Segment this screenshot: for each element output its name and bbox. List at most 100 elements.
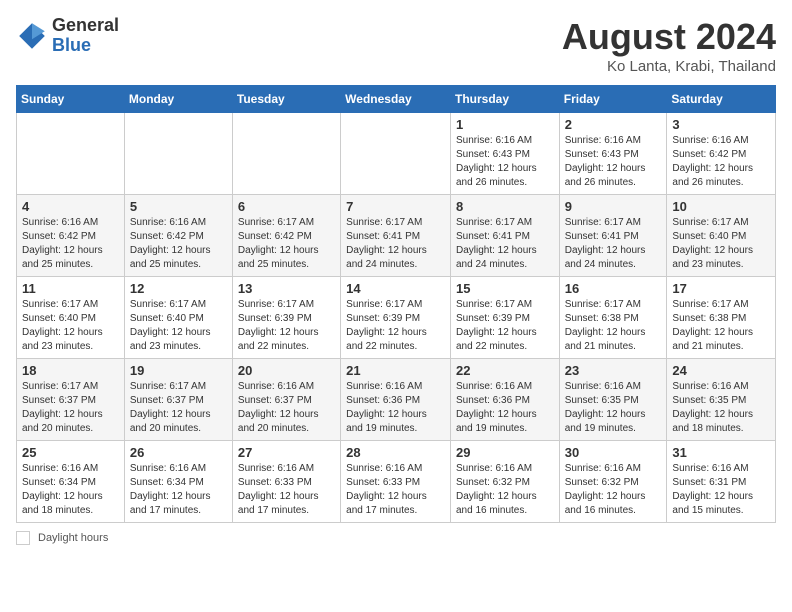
day-info: Sunrise: 6:16 AM Sunset: 6:42 PM Dayligh… <box>130 216 227 272</box>
calendar-cell <box>341 113 451 195</box>
calendar-cell: 14Sunrise: 6:17 AM Sunset: 6:39 PM Dayli… <box>341 277 451 359</box>
day-info: Sunrise: 6:16 AM Sunset: 6:32 PM Dayligh… <box>565 462 662 518</box>
day-number: 21 <box>346 363 445 378</box>
calendar-cell <box>17 113 125 195</box>
day-info: Sunrise: 6:17 AM Sunset: 6:39 PM Dayligh… <box>238 298 335 354</box>
calendar-cell: 19Sunrise: 6:17 AM Sunset: 6:37 PM Dayli… <box>124 359 232 441</box>
calendar-subtitle: Ko Lanta, Krabi, Thailand <box>562 58 776 75</box>
day-info: Sunrise: 6:17 AM Sunset: 6:40 PM Dayligh… <box>672 216 770 272</box>
day-number: 28 <box>346 445 445 460</box>
day-info: Sunrise: 6:16 AM Sunset: 6:36 PM Dayligh… <box>346 380 445 436</box>
day-number: 17 <box>672 281 770 296</box>
calendar-cell: 1 Sunrise: 6:16 AM Sunset: 6:43 PM Daylig… <box>450 113 559 195</box>
day-info: Sunrise: 6:16 AM Sunset: 6:36 PM Dayligh… <box>456 380 554 436</box>
day-number: 26 <box>130 445 227 460</box>
week-row-1: 4 Sunrise: 6:16 AM Sunset: 6:42 PM Daylig… <box>17 195 776 277</box>
day-number: 13 <box>238 281 335 296</box>
day-number: 25 <box>22 445 119 460</box>
day-number: 18 <box>22 363 119 378</box>
day-number: 24 <box>672 363 770 378</box>
calendar-cell: 5 Sunrise: 6:16 AM Sunset: 6:42 PM Daylig… <box>124 195 232 277</box>
legend-box <box>16 531 30 545</box>
day-info: Sunrise: 6:16 AM Sunset: 6:35 PM Dayligh… <box>672 380 770 436</box>
day-header-wednesday: Wednesday <box>341 86 451 113</box>
calendar-cell: 31 Sunrise: 6:16 AM Sunset: 6:31 PM Dayli… <box>667 441 776 523</box>
calendar-cell: 15 Sunrise: 6:17 AM Sunset: 6:39 PM Dayli… <box>450 277 559 359</box>
day-number: 2 <box>565 117 662 132</box>
calendar-cell: 20 Sunrise: 6:16 AM Sunset: 6:37 PM Dayli… <box>232 359 340 441</box>
calendar-cell: 17Sunrise: 6:17 AM Sunset: 6:38 PM Dayli… <box>667 277 776 359</box>
day-info: Sunrise: 6:16 AM Sunset: 6:31 PM Dayligh… <box>672 462 770 518</box>
calendar-cell: 24 Sunrise: 6:16 AM Sunset: 6:35 PM Dayli… <box>667 359 776 441</box>
calendar-cell: 2 Sunrise: 6:16 AM Sunset: 6:43 PM Daylig… <box>559 113 667 195</box>
calendar-cell: 30 Sunrise: 6:16 AM Sunset: 6:32 PM Dayli… <box>559 441 667 523</box>
day-header-sunday: Sunday <box>17 86 125 113</box>
day-info: Sunrise: 6:16 AM Sunset: 6:43 PM Dayligh… <box>565 134 662 190</box>
calendar-cell: 23Sunrise: 6:16 AM Sunset: 6:35 PM Dayli… <box>559 359 667 441</box>
day-header-tuesday: Tuesday <box>232 86 340 113</box>
logo-icon <box>16 20 48 52</box>
calendar-cell: 28 Sunrise: 6:16 AM Sunset: 6:33 PM Dayli… <box>341 441 451 523</box>
calendar-cell: 7 Sunrise: 6:17 AM Sunset: 6:41 PM Daylig… <box>341 195 451 277</box>
calendar-cell: 18 Sunrise: 6:17 AM Sunset: 6:37 PM Dayli… <box>17 359 125 441</box>
day-info: Sunrise: 6:16 AM Sunset: 6:42 PM Dayligh… <box>22 216 119 272</box>
day-header-monday: Monday <box>124 86 232 113</box>
calendar-cell: 8Sunrise: 6:17 AM Sunset: 6:41 PM Daylig… <box>450 195 559 277</box>
day-info: Sunrise: 6:17 AM Sunset: 6:39 PM Dayligh… <box>456 298 554 354</box>
day-info: Sunrise: 6:16 AM Sunset: 6:33 PM Dayligh… <box>346 462 445 518</box>
day-number: 3 <box>672 117 770 132</box>
day-number: 20 <box>238 363 335 378</box>
day-number: 10 <box>672 199 770 214</box>
day-number: 5 <box>130 199 227 214</box>
day-info: Sunrise: 6:16 AM Sunset: 6:33 PM Dayligh… <box>238 462 335 518</box>
day-number: 6 <box>238 199 335 214</box>
calendar-title: August 2024 <box>562 16 776 58</box>
day-info: Sunrise: 6:16 AM Sunset: 6:32 PM Dayligh… <box>456 462 554 518</box>
calendar-cell: 21 Sunrise: 6:16 AM Sunset: 6:36 PM Dayli… <box>341 359 451 441</box>
calendar-cell: 27 Sunrise: 6:16 AM Sunset: 6:33 PM Dayli… <box>232 441 340 523</box>
day-info: Sunrise: 6:17 AM Sunset: 6:40 PM Dayligh… <box>22 298 119 354</box>
day-number: 4 <box>22 199 119 214</box>
day-number: 11 <box>22 281 119 296</box>
day-number: 1 <box>456 117 554 132</box>
day-info: Sunrise: 6:17 AM Sunset: 6:39 PM Dayligh… <box>346 298 445 354</box>
header-row: SundayMondayTuesdayWednesdayThursdayFrid… <box>17 86 776 113</box>
day-info: Sunrise: 6:17 AM Sunset: 6:37 PM Dayligh… <box>130 380 227 436</box>
week-row-3: 18 Sunrise: 6:17 AM Sunset: 6:37 PM Dayli… <box>17 359 776 441</box>
day-info: Sunrise: 6:17 AM Sunset: 6:41 PM Dayligh… <box>565 216 662 272</box>
day-header-thursday: Thursday <box>450 86 559 113</box>
day-info: Sunrise: 6:17 AM Sunset: 6:37 PM Dayligh… <box>22 380 119 436</box>
day-info: Sunrise: 6:17 AM Sunset: 6:42 PM Dayligh… <box>238 216 335 272</box>
calendar-cell: 9Sunrise: 6:17 AM Sunset: 6:41 PM Daylig… <box>559 195 667 277</box>
calendar-cell: 29 Sunrise: 6:16 AM Sunset: 6:32 PM Dayli… <box>450 441 559 523</box>
day-number: 27 <box>238 445 335 460</box>
day-info: Sunrise: 6:16 AM Sunset: 6:34 PM Dayligh… <box>22 462 119 518</box>
day-number: 23 <box>565 363 662 378</box>
logo-blue-text: Blue <box>52 35 91 55</box>
day-info: Sunrise: 6:17 AM Sunset: 6:38 PM Dayligh… <box>565 298 662 354</box>
day-info: Sunrise: 6:16 AM Sunset: 6:37 PM Dayligh… <box>238 380 335 436</box>
day-number: 31 <box>672 445 770 460</box>
day-number: 30 <box>565 445 662 460</box>
day-number: 15 <box>456 281 554 296</box>
day-info: Sunrise: 6:16 AM Sunset: 6:43 PM Dayligh… <box>456 134 554 190</box>
day-number: 8 <box>456 199 554 214</box>
day-number: 7 <box>346 199 445 214</box>
week-row-0: 1 Sunrise: 6:16 AM Sunset: 6:43 PM Daylig… <box>17 113 776 195</box>
calendar-cell: 22 Sunrise: 6:16 AM Sunset: 6:36 PM Dayli… <box>450 359 559 441</box>
day-number: 29 <box>456 445 554 460</box>
page-header: General Blue August 2024 Ko Lanta, Krabi… <box>16 16 776 75</box>
calendar-cell: 13 Sunrise: 6:17 AM Sunset: 6:39 PM Dayli… <box>232 277 340 359</box>
day-info: Sunrise: 6:16 AM Sunset: 6:34 PM Dayligh… <box>130 462 227 518</box>
week-row-2: 11 Sunrise: 6:17 AM Sunset: 6:40 PM Dayli… <box>17 277 776 359</box>
calendar-cell <box>124 113 232 195</box>
day-header-saturday: Saturday <box>667 86 776 113</box>
calendar-table: SundayMondayTuesdayWednesdayThursdayFrid… <box>16 85 776 523</box>
day-info: Sunrise: 6:17 AM Sunset: 6:40 PM Dayligh… <box>130 298 227 354</box>
calendar-cell: 3Sunrise: 6:16 AM Sunset: 6:42 PM Daylig… <box>667 113 776 195</box>
calendar-cell: 4 Sunrise: 6:16 AM Sunset: 6:42 PM Daylig… <box>17 195 125 277</box>
week-row-4: 25 Sunrise: 6:16 AM Sunset: 6:34 PM Dayli… <box>17 441 776 523</box>
day-number: 22 <box>456 363 554 378</box>
day-info: Sunrise: 6:17 AM Sunset: 6:41 PM Dayligh… <box>346 216 445 272</box>
logo: General Blue <box>16 16 119 56</box>
